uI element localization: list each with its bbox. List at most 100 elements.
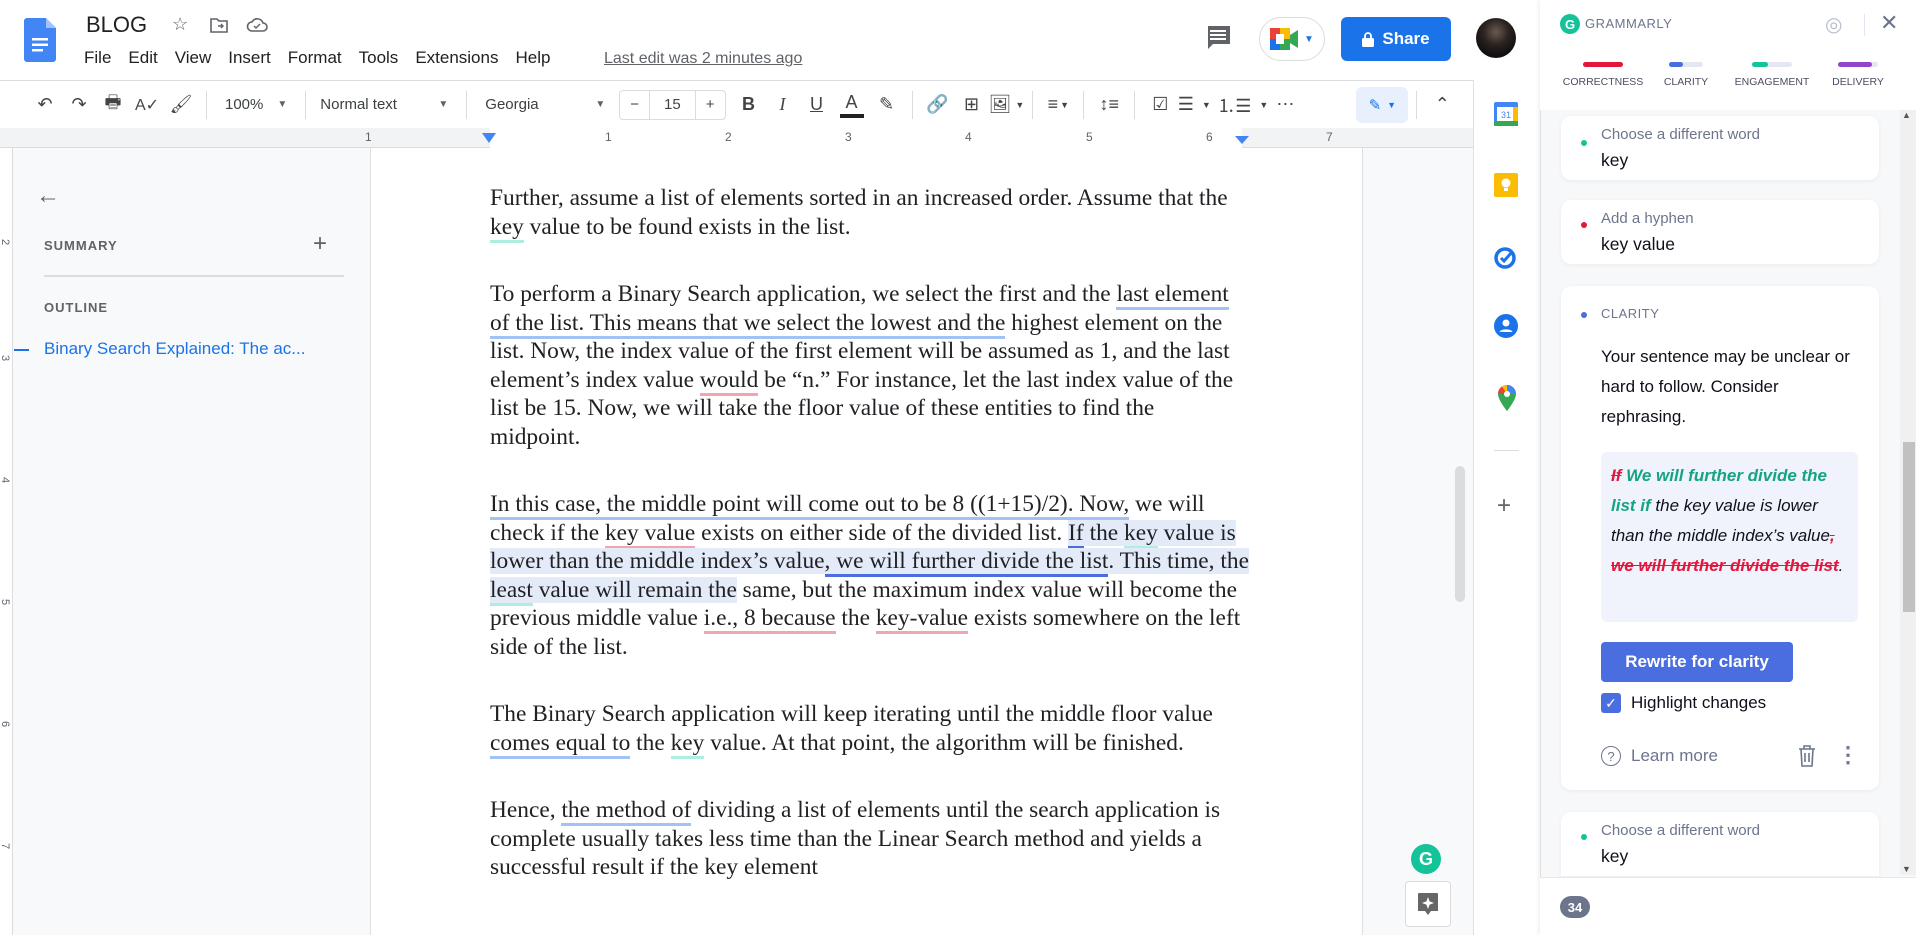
delivery-score-bar[interactable] [1838,62,1878,67]
suggestion-card[interactable]: Choose a different word key [1561,116,1879,180]
menu-help[interactable]: Help [515,48,550,68]
checklist-icon[interactable]: ☑ [1143,89,1177,121]
category-delivery[interactable]: DELIVERY [1808,76,1908,88]
menu-format[interactable]: Format [288,48,342,68]
contacts-icon[interactable] [1494,314,1518,338]
close-outline-icon[interactable]: ← [36,182,60,210]
menu-extensions[interactable]: Extensions [415,48,498,68]
divider [1032,90,1034,119]
insert-image-icon[interactable]: 🖼 ▼ [989,89,1025,121]
spellcheck-icon[interactable]: A✓ [130,89,164,121]
more-options-icon[interactable]: ⋮ [1837,742,1859,768]
bold-icon[interactable]: B [732,89,766,121]
collapse-menus-icon[interactable]: ⌃ [1425,89,1459,121]
trash-icon[interactable] [1797,744,1817,768]
suggestion-underline[interactable]: key [1124,519,1158,549]
rewrite-for-clarity-button[interactable]: Rewrite for clarity [1601,642,1793,682]
suggestion-underline[interactable]: i.e., 8 because [703,605,836,634]
clarity-score-bar[interactable] [1669,62,1703,67]
last-edit-link[interactable]: Last edit was 2 minutes ago [604,50,802,68]
redo-icon[interactable]: ↷ [62,89,96,121]
more-options-icon[interactable]: ⋯ [1268,89,1302,121]
grammarly-float-icon[interactable]: G [1411,844,1441,874]
paint-format-icon[interactable]: 🖌 [164,89,198,121]
suggestion-underline[interactable]: would [699,366,759,396]
add-summary-icon[interactable]: + [313,230,327,258]
close-icon[interactable]: ✕ [1880,10,1898,36]
underline-icon[interactable]: U [800,89,834,121]
cloud-saved-icon[interactable] [246,17,268,33]
docs-logo-icon[interactable] [24,18,56,62]
suggestion-underline[interactable]: , we will further divide the list [824,548,1109,577]
category-engagement[interactable]: ENGAGEMENT [1722,76,1822,88]
style-select[interactable]: Normal text ▼ [320,96,448,113]
keep-icon[interactable] [1494,173,1518,197]
bulleted-list-icon[interactable]: ☰ ▼ [1177,89,1211,121]
calendar-icon[interactable]: 31 [1494,102,1518,126]
align-icon[interactable]: ≡ ▼ [1041,89,1075,121]
suggestion-underline[interactable]: the method of [561,797,692,826]
toolbar: ↶ ↷ 🖶 A✓ 🖌 100% ▼ Normal text ▼ Georgia ▼ −… [0,80,1473,128]
vertical-ruler[interactable] [0,148,13,935]
left-indent-marker[interactable] [482,133,496,143]
print-icon[interactable]: 🖶 [96,89,130,121]
font-size-input[interactable]: 15 [649,90,696,119]
suggestion-underline[interactable]: comes equal to [490,729,631,759]
suggestion-underline[interactable]: key-value [875,605,969,634]
avatar[interactable] [1476,18,1516,58]
numbered-list-icon[interactable]: ⒈☰ ▼ [1217,89,1268,121]
menu-insert[interactable]: Insert [228,48,271,68]
add-comment-icon[interactable]: ⊞ [955,89,989,121]
highlight-changes-checkbox-row[interactable]: ✓ Highlight changes [1601,693,1766,713]
document-scrollbar[interactable] [1455,466,1465,602]
learn-more-link[interactable]: ? Learn more [1601,746,1718,766]
document-body[interactable]: Further, assume a list of elements sorte… [490,184,1250,921]
suggestion-underline[interactable]: key [490,213,524,243]
menu-tools[interactable]: Tools [359,48,399,68]
increase-font-size-button[interactable]: + [696,96,725,113]
suggestion-underline[interactable]: least [490,576,533,606]
menu-file[interactable]: File [84,48,111,68]
grammarly-scroll-thumb[interactable] [1903,442,1915,612]
category-clarity[interactable]: CLARITY [1636,76,1736,88]
highlight-changes-checkbox[interactable]: ✓ [1601,693,1621,713]
suggestion-card[interactable]: Choose a different word key [1561,812,1879,876]
get-add-ons-icon[interactable]: + [1497,492,1511,520]
outline-item[interactable]: Binary Search Explained: The ac... [44,339,305,359]
suggestion-underline[interactable]: If [1068,519,1084,549]
share-button[interactable]: Share [1341,17,1451,61]
suggestion-underline[interactable]: In this case, the middle point will come… [490,491,1130,520]
move-folder-icon[interactable] [210,17,228,33]
link-icon[interactable]: 🔗 [921,89,955,121]
maps-icon[interactable] [1497,385,1517,411]
star-icon[interactable]: ☆ [172,14,188,35]
editing-mode-button[interactable]: ✎ ▼ [1356,86,1409,123]
scroll-down-icon[interactable]: ▼ [1902,864,1911,874]
goals-icon[interactable]: ◎ [1825,12,1842,37]
document-title[interactable]: BLOG [86,12,147,38]
decrease-font-size-button[interactable]: − [620,96,649,113]
right-indent-marker[interactable] [1235,136,1249,144]
undo-icon[interactable]: ↶ [28,89,62,121]
chevron-down-icon: ▼ [595,99,606,110]
alert-count-badge[interactable]: 34 [1560,896,1590,918]
engagement-score-bar[interactable] [1752,62,1792,67]
text-color-icon[interactable]: A [839,92,864,118]
suggestion-underline[interactable]: key [670,729,705,759]
card-message: Your sentence may be unclear or hard to … [1601,347,1850,426]
suggestion-card[interactable]: Add a hyphen key value [1561,200,1879,264]
tasks-icon[interactable] [1494,245,1518,269]
line-spacing-icon[interactable]: ↕≡ [1092,89,1126,121]
font-select[interactable]: Georgia ▼ [485,96,605,113]
explore-button[interactable] [1405,881,1451,927]
italic-icon[interactable]: I [766,89,800,121]
menu-edit[interactable]: Edit [128,48,157,68]
correctness-score-bar[interactable] [1583,62,1623,67]
menu-view[interactable]: View [175,48,212,68]
meet-button[interactable]: ▼ [1259,17,1325,61]
comments-icon[interactable] [1203,24,1233,52]
zoom-select[interactable]: 100% ▼ [225,96,287,113]
suggestion-underline[interactable]: key value [604,519,696,549]
highlight-icon[interactable]: ✎ [870,89,904,121]
scroll-up-icon[interactable]: ▲ [1902,110,1911,120]
